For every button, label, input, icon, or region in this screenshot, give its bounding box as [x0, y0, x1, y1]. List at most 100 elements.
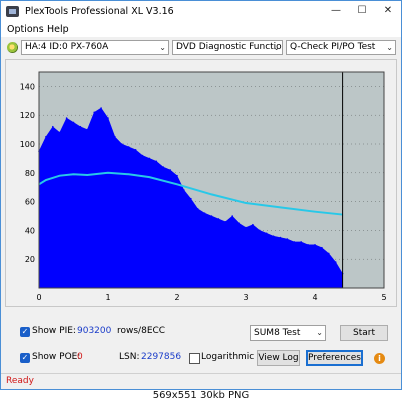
y-tick-label: 80: [25, 169, 35, 178]
main-window: PlexTools Professional XL V3.16 — ☐ ✕ Op…: [0, 0, 402, 390]
pie-data-point: [321, 246, 323, 249]
pie-data-point: [93, 111, 95, 114]
pie-data-point: [127, 146, 130, 148]
pie-data-point: [238, 222, 240, 224]
pie-data-point: [196, 208, 199, 210]
status-text: Ready: [6, 376, 34, 386]
show-poe-label: Show POE:: [32, 352, 81, 362]
test-select[interactable]: Q-Check PI/PO Test ⌄: [286, 40, 396, 55]
y-tick-label: 40: [25, 226, 35, 235]
pie-data-point: [72, 121, 75, 124]
poe-value: 0: [77, 352, 83, 362]
x-tick-label: 4: [312, 293, 317, 302]
y-tick-label: 60: [25, 198, 35, 207]
sum-test-select[interactable]: SUM8 Test ⌄: [250, 325, 326, 341]
pie-data-point: [231, 215, 233, 217]
drive-select[interactable]: HA:4 ID:0 PX-760A ⌄: [21, 40, 169, 55]
pie-data-point: [176, 174, 178, 177]
pie-data-point: [190, 197, 192, 200]
pie-data-point: [286, 238, 289, 240]
pi-po-chart: 20 40 60 80 100 120 140 0 1 2 3 4 5: [20, 71, 387, 302]
logarithmic-label: Logarithmic: [201, 352, 255, 362]
pie-data-point: [162, 166, 164, 168]
pie-data-point: [79, 125, 82, 128]
pie-data-point: [52, 125, 54, 128]
pie-data-point: [45, 136, 47, 138]
y-tick-label: 140: [20, 82, 35, 91]
pie-data-point: [183, 189, 185, 191]
image-caption: 569x551 30kb PNG: [152, 390, 250, 401]
pie-data-point: [279, 236, 282, 239]
pie-data-point: [141, 154, 144, 157]
drive-select-value: HA:4 ID:0 PX-760A: [25, 42, 109, 52]
pie-data-point: [293, 241, 296, 243]
pie-data-point: [121, 143, 123, 145]
show-poe-checkbox[interactable]: ✓: [20, 353, 30, 363]
pie-data-point: [252, 223, 254, 226]
pie-data-point: [245, 226, 247, 229]
chevron-down-icon: ⌄: [316, 328, 323, 337]
maximize-icon[interactable]: ☐: [349, 1, 375, 21]
pie-data-point: [272, 235, 275, 237]
pie-data-point: [314, 244, 316, 246]
pie-data-point: [217, 218, 220, 220]
menu-bar: Options Help: [1, 23, 401, 37]
toolbar: HA:4 ID:0 PX-760A ⌄ DVD Diagnostic Funct…: [1, 38, 401, 58]
pie-data-point: [259, 229, 261, 232]
pie-data-point: [328, 252, 330, 255]
y-tick-label: 100: [20, 140, 35, 149]
show-pie-checkbox[interactable]: ✓: [20, 327, 30, 337]
close-icon[interactable]: ✕: [375, 1, 401, 21]
pie-data-point: [334, 261, 337, 263]
pie-data-point: [307, 244, 309, 246]
pie-data-point: [134, 148, 137, 151]
window-title: PlexTools Professional XL V3.16: [25, 6, 174, 17]
function-select-value: DVD Diagnostic Functions: [176, 42, 283, 52]
menu-options[interactable]: Options: [7, 24, 44, 35]
chevron-down-icon: ⌄: [386, 43, 393, 52]
pie-data-point: [58, 131, 61, 134]
info-icon[interactable]: i: [374, 353, 385, 364]
status-bar: Ready: [1, 373, 401, 389]
pie-data-point: [114, 136, 116, 138]
chevron-down-icon: ⌄: [273, 43, 280, 52]
test-select-value: Q-Check PI/PO Test: [290, 42, 376, 52]
minimize-icon[interactable]: —: [323, 1, 349, 21]
menu-help[interactable]: Help: [47, 24, 69, 35]
app-icon: [6, 6, 19, 17]
title-bar: PlexTools Professional XL V3.16 — ☐ ✕: [1, 1, 401, 23]
view-log-button[interactable]: View Log: [257, 350, 300, 366]
pie-data-point: [100, 107, 102, 109]
pie-data-point: [300, 241, 303, 243]
pie-data-point: [155, 160, 158, 163]
pie-value: 903200: [77, 326, 112, 336]
x-tick-label: 5: [381, 293, 386, 302]
pie-data-point: [65, 117, 68, 119]
drive-icon: [7, 42, 18, 53]
sum-test-value: SUM8 Test: [254, 328, 301, 338]
x-tick-label: 0: [36, 293, 41, 302]
pie-data-point: [224, 220, 227, 223]
pie-data-point: [203, 212, 206, 214]
logarithmic-checkbox[interactable]: [189, 353, 200, 364]
rows-label: rows/8ECC: [117, 326, 166, 336]
y-tick-label: 20: [25, 255, 35, 264]
preferences-button[interactable]: Preferences: [306, 350, 363, 366]
y-tick-label: 120: [20, 111, 35, 120]
lsn-value: 2297856: [141, 352, 182, 362]
x-tick-label: 1: [105, 293, 110, 302]
start-button[interactable]: Start: [340, 325, 388, 341]
pie-data-point: [265, 232, 268, 235]
pie-data-point: [210, 215, 213, 217]
pie-data-point: [107, 117, 109, 119]
pie-data-point: [169, 169, 171, 171]
pie-data-point: [86, 128, 89, 131]
function-select[interactable]: DVD Diagnostic Functions ⌄: [172, 40, 283, 55]
show-pie-label: Show PIE:: [32, 326, 76, 336]
x-tick-label: 2: [174, 293, 179, 302]
x-tick-label: 3: [243, 293, 248, 302]
chart-panel: 20 40 60 80 100 120 140 0 1 2 3 4 5: [5, 59, 397, 307]
chevron-down-icon: ⌄: [159, 43, 166, 52]
lsn-label: LSN:: [119, 352, 140, 362]
pie-data-point: [148, 157, 151, 160]
